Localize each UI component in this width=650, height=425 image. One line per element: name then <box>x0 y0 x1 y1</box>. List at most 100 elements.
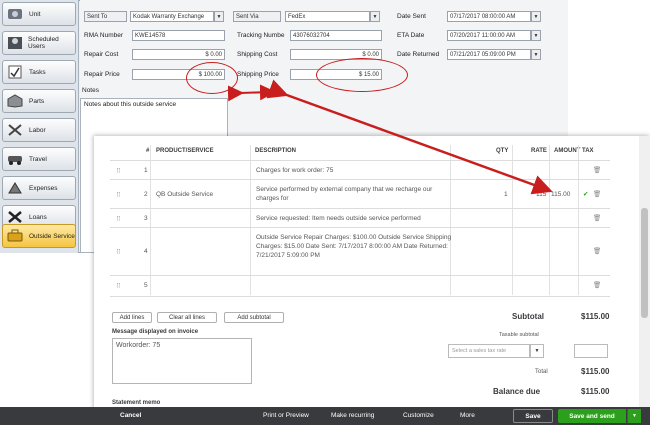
repair-price-label: Repair Price <box>84 71 120 78</box>
col-product-service: PRODUCT/SERVICE <box>156 148 214 154</box>
sidebar-item-tasks[interactable]: Tasks <box>2 60 76 84</box>
taxable-subtotal-label: Taxable subtotal <box>499 332 539 338</box>
chevron-down-icon: ▼ <box>533 32 539 39</box>
trash-icon[interactable]: 🗑 <box>593 190 601 198</box>
add-subtotal-button[interactable]: Add subtotal <box>224 312 284 323</box>
row-product[interactable]: QB Outside Service <box>156 191 213 198</box>
repair-cost-field[interactable]: $ 0.00 <box>132 49 225 60</box>
sidebar-item-label: Labor <box>29 126 46 134</box>
chevron-down-icon: ▼ <box>216 13 222 20</box>
sent-via-field[interactable]: FedEx <box>285 11 370 22</box>
notes-label: Notes <box>82 87 99 94</box>
sidebar: Unit Scheduled Users Tasks Parts Labor T… <box>0 0 79 253</box>
drag-handle-icon[interactable]: ⠿ <box>116 215 121 223</box>
sidebar-item-scheduled-users[interactable]: Scheduled Users <box>2 31 76 55</box>
row-number: 4 <box>144 248 148 255</box>
chevron-down-icon[interactable]: ▼ <box>627 409 641 423</box>
sidebar-item-unit[interactable]: Unit <box>2 2 76 26</box>
sidebar-item-expenses[interactable]: Expenses <box>2 176 76 200</box>
add-lines-button[interactable]: Add lines <box>112 312 152 323</box>
sidebar-item-label: Unit <box>29 10 41 18</box>
labor-icon <box>5 121 25 139</box>
drag-handle-icon[interactable]: ⠿ <box>116 282 121 290</box>
statement-memo-label: Statement memo <box>112 400 161 406</box>
more-button[interactable]: More <box>460 412 475 419</box>
date-returned-dropdown[interactable]: ▼ <box>531 49 541 60</box>
tax-amount-input[interactable] <box>574 344 608 358</box>
message-label: Message displayed on invoice <box>112 329 199 335</box>
scrollbar[interactable] <box>639 136 650 407</box>
trash-icon[interactable]: 🗑 <box>593 166 601 174</box>
eta-date-dropdown[interactable]: ▼ <box>531 30 541 41</box>
chevron-down-icon: ▼ <box>372 13 378 20</box>
table-row[interactable]: ⠿ 5 🗑 <box>110 275 610 297</box>
date-sent-dropdown[interactable]: ▼ <box>531 11 541 22</box>
sidebar-item-parts[interactable]: Parts <box>2 89 76 113</box>
sidebar-item-label: Parts <box>29 97 45 105</box>
col-rate: RATE <box>531 148 547 154</box>
sidebar-item-label: Tasks <box>29 68 46 76</box>
table-row[interactable]: ⠿ 3 Service requested: Item needs outsid… <box>110 208 610 228</box>
chevron-down-icon[interactable]: ▼ <box>530 344 544 358</box>
drag-handle-icon[interactable]: ⠿ <box>116 191 121 199</box>
notes-text: Notes about this outside service <box>84 101 177 108</box>
unit-icon <box>5 5 25 23</box>
save-and-send-button[interactable]: Save and send <box>558 409 626 423</box>
row-rate[interactable]: 115 <box>536 191 546 198</box>
date-sent-field[interactable]: 07/17/2017 08:00:00 AM <box>447 11 531 22</box>
rma-number-field[interactable]: KWE14578 <box>132 30 225 41</box>
table-row[interactable]: ⠿ 2 QB Outside Service Service performed… <box>110 179 610 209</box>
row-description[interactable]: Charges for work order: 75 <box>256 167 446 174</box>
clear-all-lines-button[interactable]: Clear all lines <box>157 312 217 323</box>
sidebar-item-label: Loans <box>29 213 47 221</box>
row-qty[interactable]: 1 <box>504 191 508 198</box>
date-returned-field[interactable]: 07/21/2017 05:09:00 PM <box>447 49 531 60</box>
sent-to-label: Sent To <box>84 11 127 22</box>
taxable-check-icon[interactable]: ✔ <box>583 190 588 198</box>
line-items-header: # PRODUCT/SERVICE DESCRIPTION QTY RATE A… <box>94 145 610 159</box>
balance-due-value: $115.00 <box>581 387 610 396</box>
expenses-icon <box>5 179 25 197</box>
trash-icon[interactable]: 🗑 <box>593 247 601 255</box>
print-preview-button[interactable]: Print or Preview <box>263 412 309 419</box>
sidebar-item-label: Outside Service <box>29 232 75 240</box>
scrollbar-thumb[interactable] <box>641 208 648 318</box>
row-description[interactable]: Outside Service Repair Charges: $100.00 … <box>256 233 456 260</box>
tracking-number-label: Tracking Numbe <box>237 32 285 39</box>
sidebar-item-travel[interactable]: Travel <box>2 147 76 171</box>
sales-tax-rate-select[interactable]: Select a sales tax rate <box>448 344 530 358</box>
total-label: Total <box>535 369 548 375</box>
make-recurring-button[interactable]: Make recurring <box>331 412 374 419</box>
shipping-cost-label: Shipping Cost <box>237 51 278 58</box>
table-row[interactable]: ⠿ 1 Charges for work order: 75 🗑 <box>110 160 610 180</box>
table-row[interactable]: ⠿ 4 Outside Service Repair Charges: $100… <box>110 227 610 276</box>
drag-handle-icon[interactable]: ⠿ <box>116 167 121 175</box>
row-amount[interactable]: 115.00 <box>551 191 570 198</box>
invoice-panel: # PRODUCT/SERVICE DESCRIPTION QTY RATE A… <box>94 136 650 425</box>
col-amount: AMOUNT <box>554 148 581 154</box>
sidebar-item-outside-service[interactable]: Outside Service <box>2 224 76 248</box>
eta-date-field[interactable]: 07/20/2017 11:00:00 AM <box>447 30 531 41</box>
col-description: DESCRIPTION <box>255 148 297 154</box>
tracking-number-field[interactable]: 43076032704 <box>290 30 382 41</box>
message-textarea[interactable]: Workorder: 75 <box>112 338 252 384</box>
sidebar-item-labor[interactable]: Labor <box>2 118 76 142</box>
cancel-button[interactable]: Cancel <box>120 412 141 419</box>
save-button[interactable]: Save <box>513 409 553 423</box>
subtotal-label: Subtotal <box>512 312 544 321</box>
rma-number-label: RMA Number <box>84 32 124 39</box>
shipping-price-label: Shipping Price <box>237 71 279 78</box>
row-description[interactable]: Service requested: Item needs outside se… <box>256 215 456 222</box>
annotation-ellipse-shipping-price <box>316 58 408 92</box>
trash-icon[interactable]: 🗑 <box>593 214 601 222</box>
sent-to-field[interactable]: Kodak Warranty Exchange <box>130 11 214 22</box>
row-number: 2 <box>144 191 148 198</box>
drag-handle-icon[interactable]: ⠿ <box>116 248 121 256</box>
row-description[interactable]: Service performed by external company th… <box>256 185 446 203</box>
customize-button[interactable]: Customize <box>403 412 434 419</box>
sent-via-label: Sent Via <box>233 11 281 22</box>
sidebar-item-label: Scheduled Users <box>28 36 59 50</box>
sent-via-dropdown[interactable]: ▼ <box>370 11 380 22</box>
sent-to-dropdown[interactable]: ▼ <box>214 11 224 22</box>
trash-icon[interactable]: 🗑 <box>593 281 601 289</box>
